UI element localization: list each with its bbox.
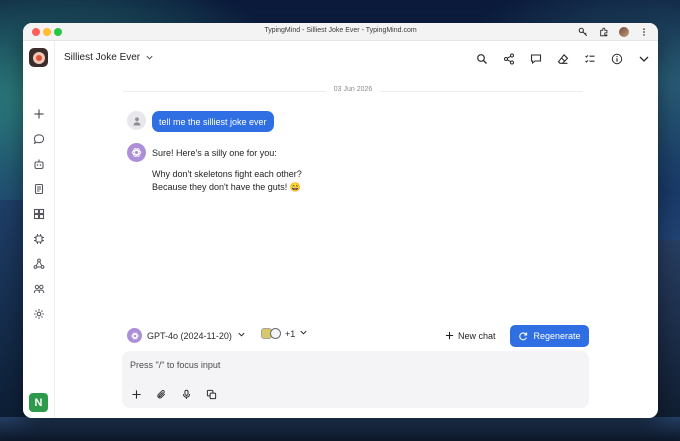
share-icon[interactable] xyxy=(500,50,517,67)
chevron-down-icon xyxy=(237,330,246,341)
attachment-icon[interactable] xyxy=(155,388,168,401)
prompts-icon[interactable] xyxy=(31,181,47,197)
settings-icon[interactable] xyxy=(31,306,47,322)
profile-avatar[interactable] xyxy=(619,27,629,37)
assistant-avatar xyxy=(127,143,146,162)
model-selector[interactable]: GPT-4o (2024-11-20) xyxy=(127,328,246,343)
workspace-badge[interactable]: N xyxy=(29,393,48,412)
regenerate-label: Regenerate xyxy=(533,331,581,341)
plugin-selector[interactable]: +1 xyxy=(261,328,308,339)
extension-icon[interactable] xyxy=(598,26,610,38)
new-chat-label: New chat xyxy=(458,330,496,341)
chat-edit-icon[interactable] xyxy=(527,50,544,67)
chat-title-dropdown[interactable]: Silliest Joke Ever xyxy=(64,52,154,63)
wallpaper-right xyxy=(656,240,680,441)
user-icon xyxy=(133,116,140,125)
checklist-icon[interactable] xyxy=(581,50,598,67)
assistant-line: Why don't skeletons fight each other? xyxy=(152,168,302,179)
openai-logo-icon xyxy=(131,148,142,157)
plus-icon[interactable] xyxy=(31,106,47,122)
assistant-line: Because they don't have the guts! 😄 xyxy=(152,182,302,192)
chevron-down-icon[interactable] xyxy=(635,50,652,67)
more-vertical-icon[interactable] xyxy=(638,26,650,38)
user-message[interactable]: tell me the silliest joke ever xyxy=(152,111,274,132)
search-icon[interactable] xyxy=(473,50,490,67)
microphone-icon[interactable] xyxy=(180,388,193,401)
model-label: GPT-4o (2024-11-20) xyxy=(147,330,232,341)
chat-header: Silliest Joke Ever xyxy=(55,41,658,75)
date-label: 03 Jun 2026 xyxy=(325,86,381,93)
plugin-icon xyxy=(270,328,281,339)
regenerate-button[interactable]: Regenerate xyxy=(510,325,589,347)
message-input[interactable] xyxy=(130,356,570,374)
eraser-icon[interactable] xyxy=(554,50,571,67)
plus-icon xyxy=(445,331,454,340)
app-window: TypingMind - Silliest Joke Ever - Typing… xyxy=(23,23,658,418)
message-composer xyxy=(122,351,589,408)
user-avatar xyxy=(127,111,146,130)
chevron-down-icon xyxy=(299,328,308,339)
window-title: TypingMind - Silliest Joke Ever - Typing… xyxy=(264,27,417,34)
team-icon[interactable] xyxy=(31,281,47,297)
wallpaper-bottom xyxy=(0,417,680,441)
copy-icon[interactable] xyxy=(205,388,218,401)
window-titlebar: TypingMind - Silliest Joke Ever - Typing… xyxy=(23,23,658,41)
key-icon[interactable] xyxy=(577,26,589,38)
info-icon[interactable] xyxy=(608,50,625,67)
chevron-down-icon xyxy=(146,55,153,60)
models-icon[interactable] xyxy=(31,231,47,247)
assistant-message[interactable]: Sure! Here's a silly one for you: Why do… xyxy=(152,147,302,195)
openai-logo-icon xyxy=(127,328,142,343)
app-logo[interactable] xyxy=(29,48,48,67)
refresh-icon xyxy=(519,332,528,341)
agents-icon[interactable] xyxy=(31,156,47,172)
assistant-line: Sure! Here's a silly one for you: xyxy=(152,148,277,158)
share-nodes-icon[interactable] xyxy=(31,256,47,272)
new-chat-button[interactable]: New chat xyxy=(445,327,496,344)
date-separator: 03 Jun 2026 xyxy=(123,86,583,96)
chat-bubble-icon[interactable] xyxy=(31,131,47,147)
chat-title: Silliest Joke Ever xyxy=(64,52,141,63)
plugins-icon[interactable] xyxy=(31,206,47,222)
sidebar: N xyxy=(23,41,55,418)
plus-icon[interactable] xyxy=(130,388,143,401)
plugin-extra-count: +1 xyxy=(285,328,296,339)
